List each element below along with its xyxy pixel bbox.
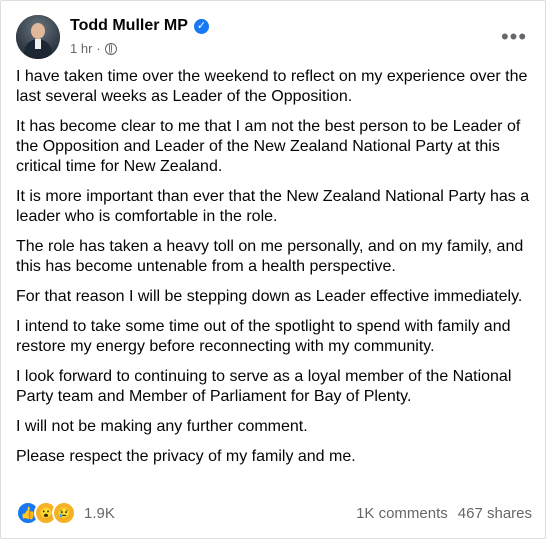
post-meta: 1 hr ·: [70, 41, 117, 56]
post-paragraph: I look forward to continuing to serve as…: [16, 368, 512, 405]
post-paragraph: The role has taken a heavy toll on me pe…: [16, 238, 524, 275]
author-name[interactable]: Todd Muller MP: [70, 17, 188, 35]
meta-separator: ·: [96, 41, 101, 56]
author-name-row: Todd Muller MP ✓: [70, 17, 209, 35]
post-paragraph: It is more important than ever that the …: [16, 188, 530, 225]
globe-icon[interactable]: [104, 42, 117, 55]
post-stats: 👍 😮 😢 1.9K 1K comments 467 shares: [16, 499, 532, 527]
sad-reaction-icon: 😢: [52, 501, 76, 525]
reactions-count[interactable]: 1.9K: [84, 505, 115, 522]
shares-count[interactable]: 467 shares: [458, 505, 532, 522]
post-body: I have taken time over the weekend to re…: [16, 67, 536, 477]
verified-badge-icon: ✓: [193, 18, 209, 34]
author-avatar[interactable]: [16, 15, 60, 59]
engagement-counts: 1K comments 467 shares: [356, 505, 532, 522]
post-header: Todd Muller MP ✓ 1 hr · •••: [16, 15, 536, 61]
post-paragraph: I have taken time over the weekend to re…: [16, 68, 528, 105]
more-options-icon[interactable]: •••: [496, 19, 532, 55]
post-paragraph: I will not be making any further comment…: [16, 418, 308, 435]
post-timestamp[interactable]: 1 hr: [70, 41, 92, 56]
post-paragraph: For that reason I will be stepping down …: [16, 288, 523, 305]
post-card: Todd Muller MP ✓ 1 hr · ••• I have taken…: [0, 0, 546, 539]
comments-count[interactable]: 1K comments: [356, 505, 448, 522]
post-paragraph: I intend to take some time out of the sp…: [16, 318, 511, 355]
post-paragraph: Please respect the privacy of my family …: [16, 448, 356, 465]
reactions-summary[interactable]: 👍 😮 😢 1.9K: [16, 501, 115, 525]
post-paragraph: It has become clear to me that I am not …: [16, 118, 521, 175]
